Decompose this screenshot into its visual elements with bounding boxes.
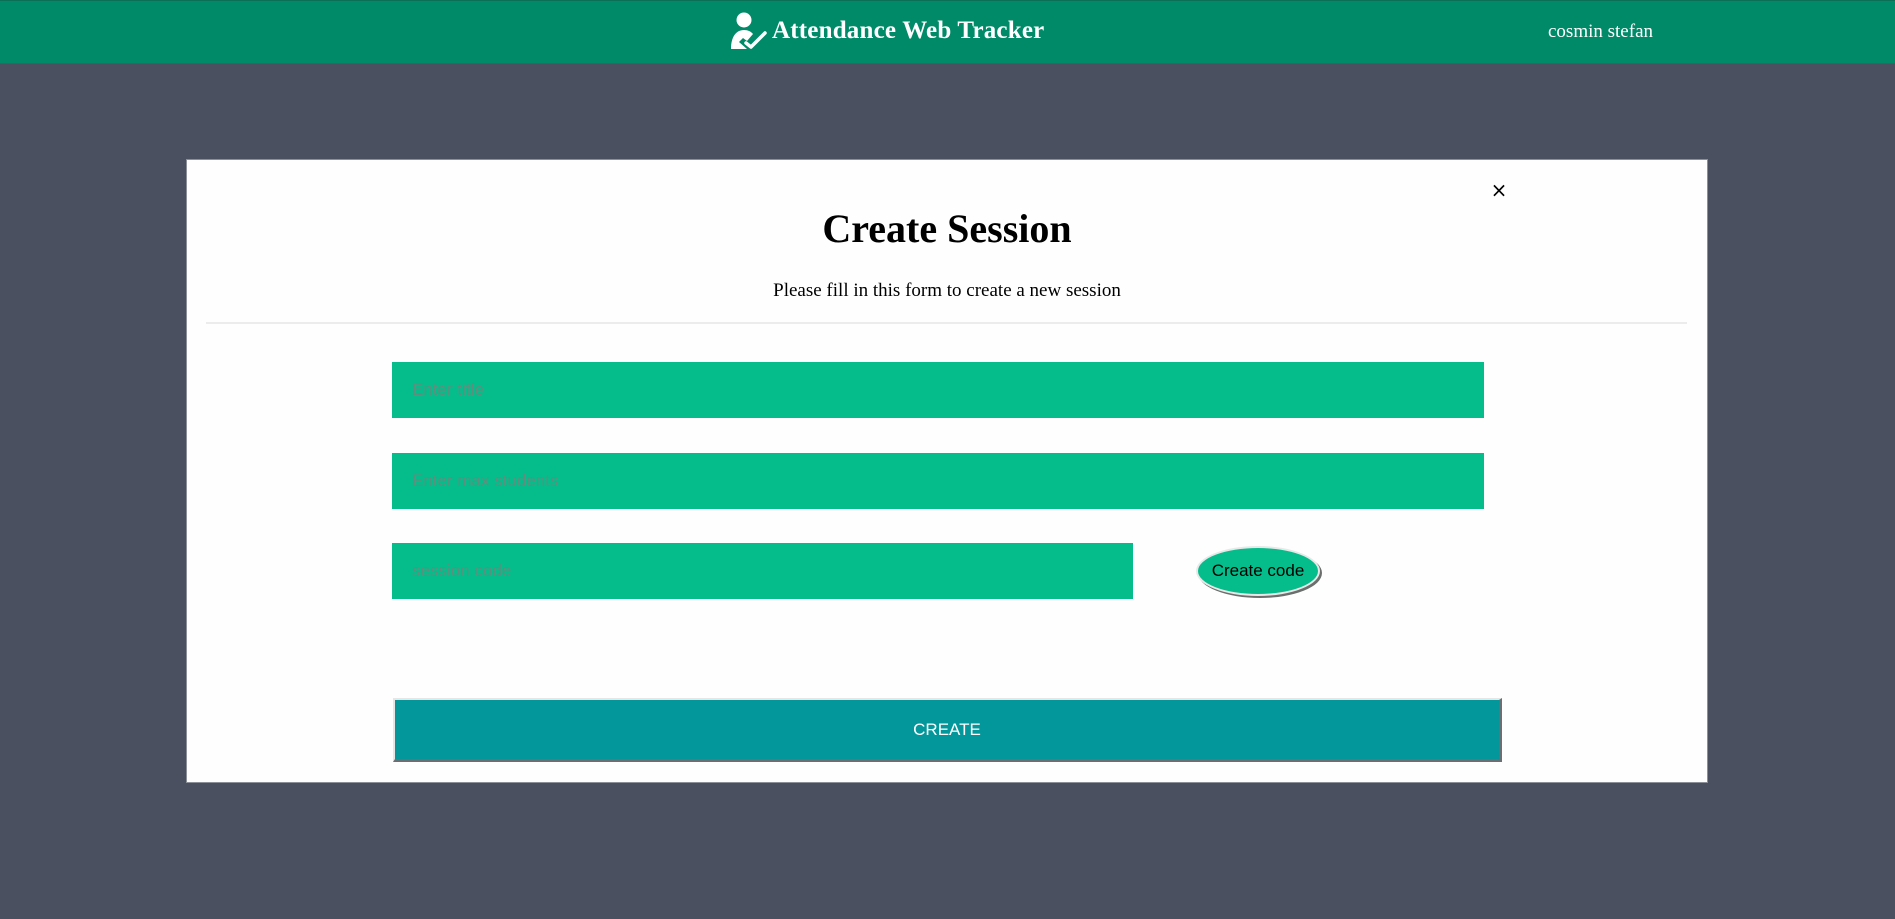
title-input[interactable] (392, 362, 1484, 418)
close-icon[interactable]: × (1488, 178, 1510, 202)
divider (206, 322, 1687, 324)
create-code-button[interactable]: Create code (1196, 546, 1320, 596)
modal-subtitle: Please fill in this form to create a new… (773, 280, 1121, 301)
session-code-input[interactable] (392, 543, 1133, 599)
modal-title: Create Session (822, 206, 1072, 251)
top-navbar: Attendance Web Tracker cosmin stefan (0, 0, 1895, 64)
brand[interactable]: Attendance Web Tracker (728, 11, 1044, 51)
app-title: Attendance Web Tracker (772, 17, 1045, 44)
create-button[interactable]: CREATE (393, 698, 1502, 762)
max-students-input[interactable] (392, 453, 1484, 509)
user-check-icon (731, 12, 767, 49)
user-name[interactable]: cosmin stefan (1548, 21, 1653, 43)
